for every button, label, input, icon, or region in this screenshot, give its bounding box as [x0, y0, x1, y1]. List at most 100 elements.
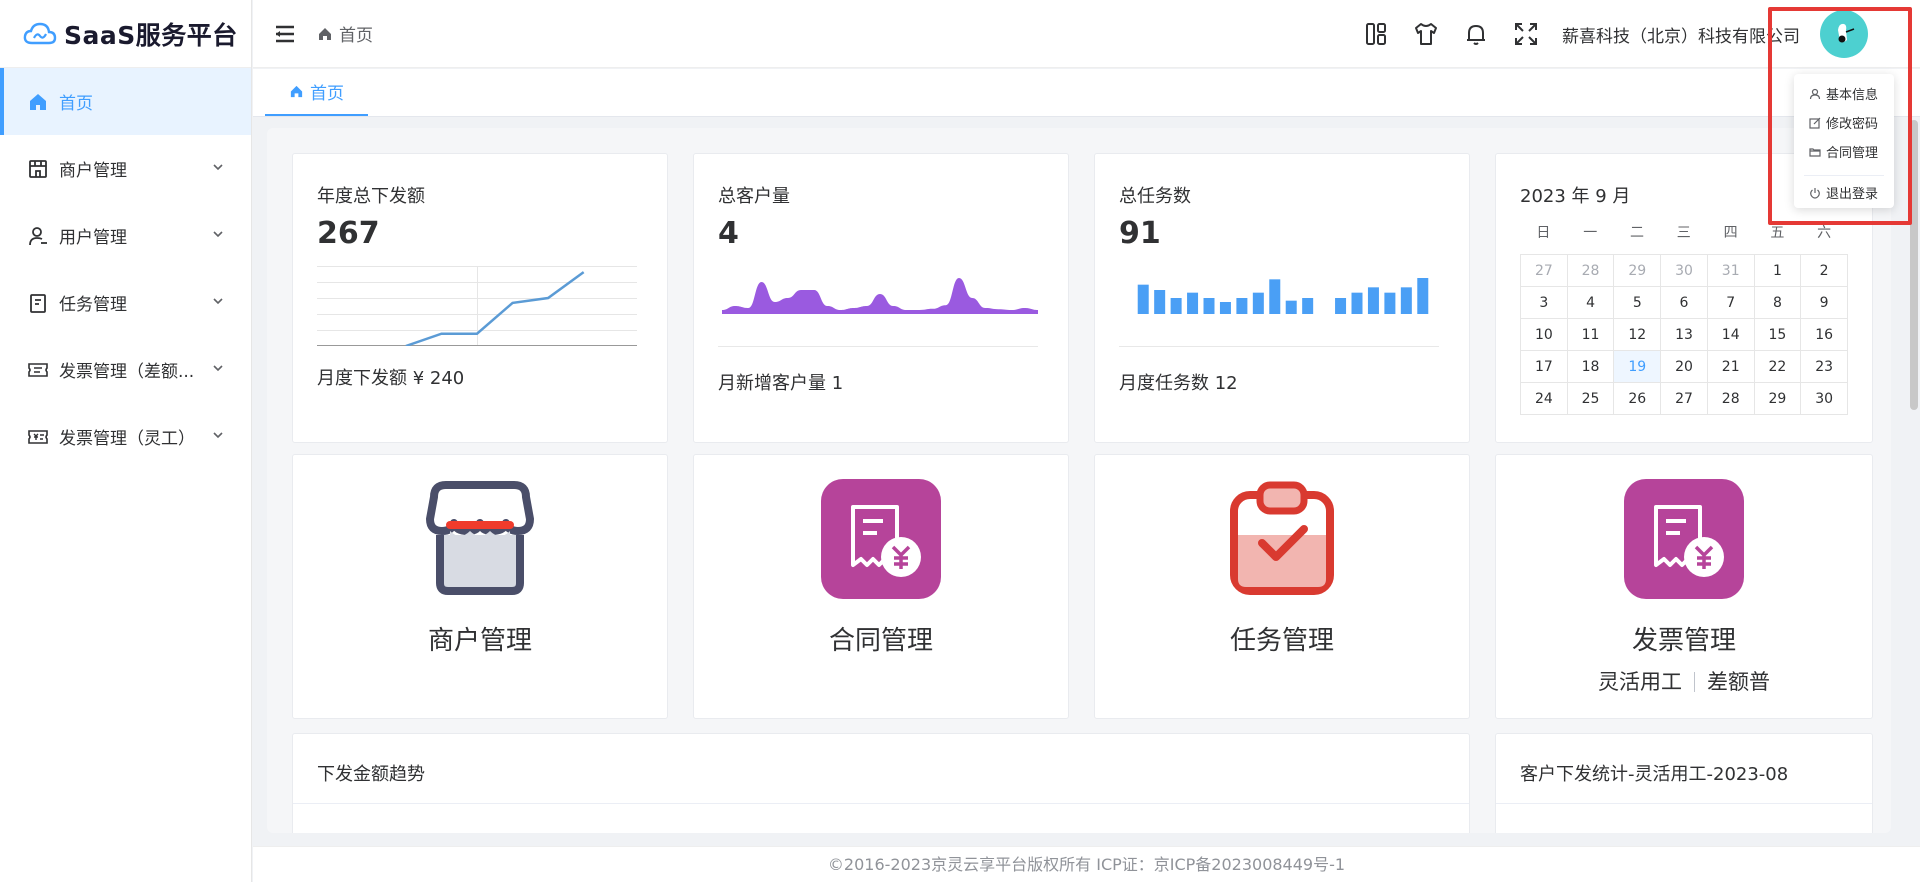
menu-item-label: 基本信息: [1826, 88, 1879, 103]
customer-stat-section: 客户下发统计-灵活用工-2023-08: [1495, 733, 1873, 833]
sidebar-item-users[interactable]: 用户管理: [0, 202, 251, 269]
stat-card-customers: 总客户量 4 月新增客户量 1: [693, 153, 1069, 443]
divider: [1119, 346, 1439, 347]
calendar-day[interactable]: 15: [1754, 319, 1802, 351]
calendar-day[interactable]: 19: [1614, 351, 1662, 383]
sidebar-item-label: 首页: [59, 94, 93, 114]
payout-line-chart: [317, 266, 637, 346]
logo[interactable]: SaaS服务平台: [0, 0, 251, 68]
weekday-label: 六: [1817, 225, 1832, 241]
calendar-day[interactable]: 16: [1801, 319, 1848, 351]
stat-card-tasks: 总任务数 91 月度任务数 12: [1094, 153, 1470, 443]
sidebar-item-invoice-diff[interactable]: 发票管理（差额...: [0, 336, 251, 403]
calendar-day[interactable]: 29: [1754, 383, 1802, 415]
bar: [1170, 298, 1182, 314]
calendar-day[interactable]: 3: [1521, 287, 1568, 319]
calendar-day[interactable]: 7: [1707, 287, 1755, 319]
sidebar: SaaS服务平台 首页 商户管理 用户管理 任务管理 发票管理（差额... 发票…: [0, 0, 252, 882]
calendar-day[interactable]: 18: [1567, 351, 1615, 383]
calendar-day[interactable]: 22: [1754, 351, 1802, 383]
weekday-label: 五: [1770, 225, 1785, 241]
calendar-day[interactable]: 31: [1707, 255, 1755, 287]
calendar-day[interactable]: 23: [1801, 351, 1848, 383]
bar: [1187, 292, 1199, 314]
menu-item-logout[interactable]: 退出登录: [1809, 183, 1878, 202]
sublink-diff[interactable]: 差额普: [1707, 670, 1770, 694]
bar: [1137, 284, 1149, 314]
menu-toggle-icon[interactable]: [273, 22, 297, 46]
sidebar-item-merchant[interactable]: 商户管理: [0, 135, 251, 202]
fullscreen-icon[interactable]: [1512, 20, 1540, 48]
calendar-day[interactable]: 27: [1521, 255, 1568, 287]
divider: [293, 803, 1469, 804]
breadcrumb[interactable]: 首页: [317, 21, 373, 46]
quick-entry-invoice[interactable]: 发票管理 灵活用工 差额普: [1495, 454, 1873, 719]
calendar-day[interactable]: 1: [1754, 255, 1802, 287]
calendar-day[interactable]: 27: [1661, 383, 1708, 415]
calendar-day[interactable]: 8: [1754, 287, 1802, 319]
sidebar-item-tasks[interactable]: 任务管理: [0, 269, 251, 336]
calendar-day[interactable]: 5: [1614, 287, 1662, 319]
quick-entry-merchant[interactable]: 商户管理: [292, 454, 668, 719]
calendar-day[interactable]: 2: [1801, 255, 1848, 287]
layout-icon[interactable]: [1362, 20, 1390, 48]
theme-shirt-icon[interactable]: [1412, 20, 1440, 48]
calendar-day[interactable]: 12: [1614, 319, 1662, 351]
tab-home[interactable]: 首页: [265, 69, 368, 116]
chevron-down-icon: [213, 164, 223, 171]
calendar-day[interactable]: 29: [1614, 255, 1662, 287]
bar: [1384, 292, 1396, 314]
calendar-day[interactable]: 30: [1661, 255, 1708, 287]
divider: [718, 346, 1038, 347]
calendar-day[interactable]: 11: [1567, 319, 1615, 351]
stat-footer: 月新增客户量 1: [718, 373, 844, 394]
sidebar-item-label: 用户管理: [59, 228, 127, 248]
quick-entry-contract[interactable]: 合同管理: [693, 454, 1069, 719]
bar: [1203, 298, 1215, 314]
store-icon: [27, 158, 49, 180]
sublink-flexible[interactable]: 灵活用工: [1598, 670, 1682, 694]
footer-text: ©2016-2023京灵云享平台版权所有 ICP证：京ICP备202300844…: [827, 855, 1346, 874]
company-name[interactable]: 薪喜科技（北京）科技有限公司: [1562, 22, 1800, 47]
chevron-down-icon: [213, 432, 223, 439]
calendar-day[interactable]: 28: [1707, 383, 1755, 415]
calendar-day[interactable]: 26: [1614, 383, 1662, 415]
menu-item-profile[interactable]: 基本信息: [1809, 84, 1878, 103]
stat-title: 总客户量: [718, 186, 790, 207]
calendar-day[interactable]: 17: [1521, 351, 1568, 383]
sidebar-item-label: 发票管理（差额...: [59, 362, 195, 382]
calendar-weekdays: 日一二三四五六: [1520, 222, 1848, 242]
calendar-day[interactable]: 9: [1801, 287, 1848, 319]
calendar-day[interactable]: 24: [1521, 383, 1568, 415]
tabs-bar: 首页: [253, 69, 1920, 117]
divider: [1496, 803, 1872, 804]
sidebar-item-label: 发票管理（灵工）: [59, 429, 195, 449]
calendar-day[interactable]: 14: [1707, 319, 1755, 351]
calendar-day[interactable]: 20: [1661, 351, 1708, 383]
quick-entry-task[interactable]: 任务管理: [1094, 454, 1470, 719]
calendar-day[interactable]: 4: [1567, 287, 1615, 319]
sidebar-item-home[interactable]: 首页: [0, 68, 251, 135]
calendar-day[interactable]: 10: [1521, 319, 1568, 351]
stat-footer: 月度下发额 ¥ 240: [317, 368, 465, 389]
sidebar-item-label: 任务管理: [59, 295, 127, 315]
calendar-day[interactable]: 30: [1801, 383, 1848, 415]
footer: ©2016-2023京灵云享平台版权所有 ICP证：京ICP备202300844…: [253, 846, 1920, 882]
calendar-day[interactable]: 13: [1661, 319, 1708, 351]
avatar[interactable]: [1820, 10, 1868, 58]
chevron-down-icon: [213, 231, 223, 238]
menu-item-change-password[interactable]: 修改密码: [1809, 113, 1878, 132]
menu-item-contracts[interactable]: 合同管理: [1809, 142, 1878, 161]
bell-icon[interactable]: [1462, 20, 1490, 48]
calendar-day[interactable]: 25: [1567, 383, 1615, 415]
menu-item-label: 退出登录: [1826, 187, 1879, 202]
vertical-scrollbar[interactable]: [1910, 120, 1918, 410]
bar: [1302, 298, 1314, 314]
bar: [1335, 298, 1347, 314]
sidebar-item-invoice-flex[interactable]: 发票管理（灵工）: [0, 403, 251, 470]
calendar-day[interactable]: 21: [1707, 351, 1755, 383]
calendar-day[interactable]: 28: [1567, 255, 1615, 287]
weekday-label: 二: [1629, 225, 1644, 241]
invoice-receipt-icon: [1624, 479, 1744, 599]
calendar-day[interactable]: 6: [1661, 287, 1708, 319]
